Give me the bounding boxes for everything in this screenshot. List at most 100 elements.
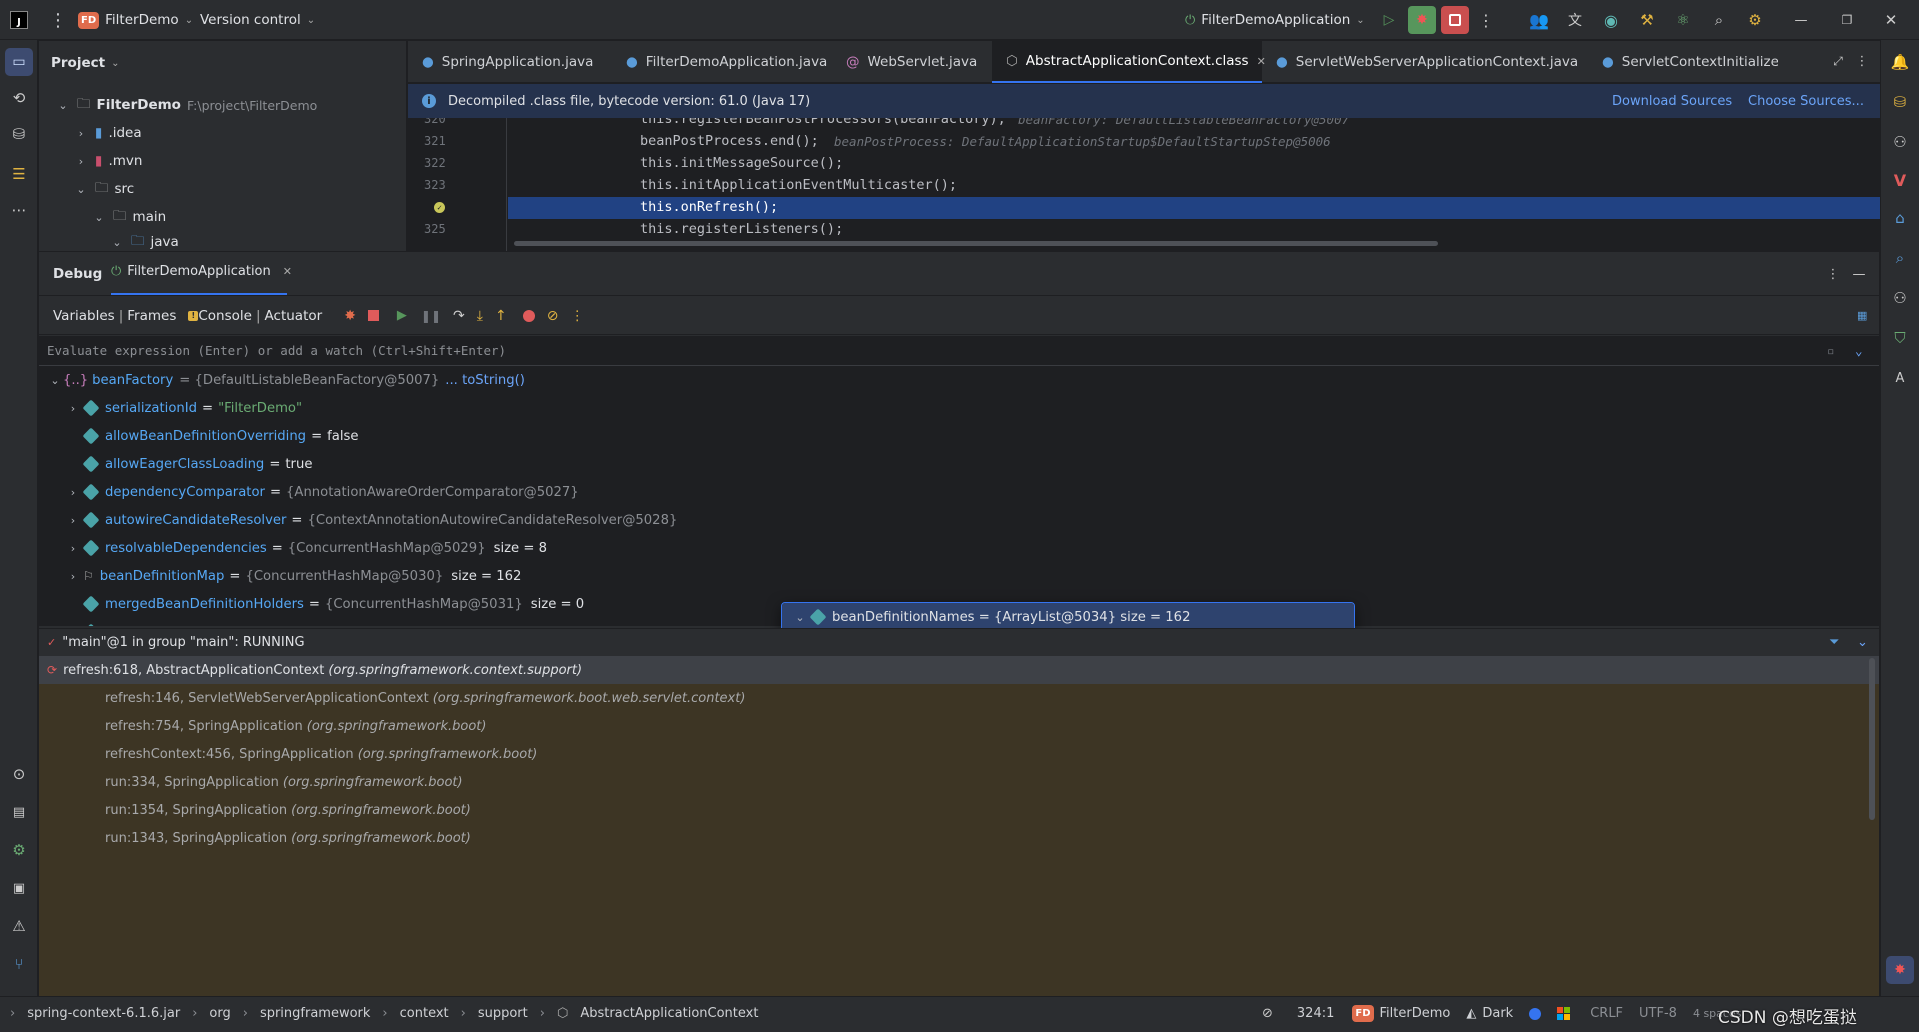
build-tool-icon[interactable]: ▤	[5, 798, 33, 826]
file-encoding[interactable]: UTF-8	[1639, 1006, 1677, 1021]
editor-tab-active[interactable]: ⬡ AbstractApplicationContext.class ✕	[992, 41, 1266, 83]
chevron-down-icon[interactable]: ⌄	[73, 183, 89, 196]
tree-node-src[interactable]: ⌄ 🗀 src	[39, 175, 407, 203]
line-separator[interactable]: CRLF	[1590, 1006, 1623, 1021]
horizontal-scrollbar[interactable]	[514, 241, 1438, 246]
structure-tool-icon[interactable]: ☰	[5, 160, 33, 188]
options-icon[interactable]: ⋮	[1823, 264, 1843, 284]
project-tool-icon[interactable]: ▭	[5, 48, 33, 76]
database-icon[interactable]: ⛁	[1886, 88, 1914, 116]
breadcrumb-item[interactable]: AbstractApplicationContext	[580, 1006, 758, 1021]
editor-tab[interactable]: ● ServletContextInitializerBea	[1588, 41, 1778, 83]
frame-row[interactable]: run:334, SpringApplication (org.springfra…	[39, 768, 1879, 796]
services-tool-icon[interactable]: ⊙	[5, 760, 33, 788]
maven-icon[interactable]: ⌂	[1886, 204, 1914, 232]
vue-icon[interactable]: V	[1886, 166, 1914, 194]
build-tools-icon[interactable]: ⚒	[1636, 9, 1658, 31]
windows-icon[interactable]	[1557, 1007, 1571, 1020]
run-icon[interactable]: ▷	[1378, 9, 1400, 31]
chevron-right-icon[interactable]: ›	[73, 127, 89, 140]
variable-root[interactable]: ⌄ {..} beanFactory = {DefaultListableBea…	[39, 366, 1879, 394]
theme-widget[interactable]: Dark	[1482, 1006, 1513, 1021]
breadcrumb-item[interactable]: support	[478, 1006, 528, 1021]
settings-tool-icon[interactable]: ⚙	[5, 836, 33, 864]
run-config-selector[interactable]: ⏻ FilterDemoApplication ⌄	[1185, 9, 1365, 31]
pause-icon[interactable]: ❚❚	[421, 309, 441, 323]
breakpoint-check-icon[interactable]: ✓	[434, 202, 445, 213]
chevron-down-icon[interactable]: ⌄	[1857, 635, 1868, 650]
watch-icon[interactable]: ▫	[1827, 343, 1835, 358]
editor-tab[interactable]: ● FilterDemoApplication.java	[612, 41, 832, 83]
variable-row[interactable]: allowBeanDefinitionOverriding = false	[39, 422, 1879, 450]
variable-row[interactable]: › autowireCandidateResolver = {ContextAnnot…	[39, 506, 1879, 534]
tree-node-main[interactable]: ⌄ 🗀 main	[39, 203, 407, 231]
restore-icon[interactable]: ❐	[1836, 9, 1858, 31]
tree-node-root[interactable]: ⌄ 🗀 FilterDemo F:\project\FilterDemo	[39, 91, 407, 119]
frame-row[interactable]: run:1354, SpringApplication (org.springfr…	[39, 796, 1879, 824]
project-panel-header[interactable]: Project ⌄	[51, 55, 119, 71]
chevron-right-icon[interactable]: ›	[65, 486, 81, 499]
more-tools-icon[interactable]: ⋯	[5, 196, 33, 224]
copilot-icon[interactable]: ⚇	[1886, 128, 1914, 156]
choose-sources-link[interactable]: Choose Sources...	[1748, 94, 1864, 109]
updates-icon[interactable]: ⚙	[1744, 9, 1766, 31]
breadcrumb-item[interactable]: context	[400, 1006, 449, 1021]
record-icon[interactable]: ◉	[1600, 9, 1622, 31]
filter-icon[interactable]: ⏷	[1829, 635, 1839, 650]
app-logo-icon[interactable]: J	[10, 11, 28, 29]
ai-assistant-icon[interactable]: ⚛	[1672, 9, 1694, 31]
frame-row[interactable]: run:1343, SpringApplication (org.springfr…	[39, 824, 1879, 852]
hide-icon[interactable]: —	[1849, 264, 1869, 284]
chevron-down-icon[interactable]: ⌄	[1855, 343, 1863, 358]
variable-row[interactable]: › resolvableDependencies = {ConcurrentHashM…	[39, 534, 1879, 562]
status-circle-icon[interactable]	[1529, 1007, 1542, 1020]
translate-icon[interactable]: 文	[1564, 9, 1586, 31]
commit-tool-icon[interactable]: ⟲	[5, 84, 33, 112]
terminal-tool-icon[interactable]: ▣	[5, 874, 33, 902]
frame-row[interactable]: refresh:146, ServletWebServerApplication…	[39, 684, 1879, 712]
variable-row[interactable]: › ⚐ beanDefinitionMap = {ConcurrentHashMap@5…	[39, 562, 1879, 590]
rerun-icon[interactable]: ✸	[344, 308, 356, 324]
stop-icon[interactable]	[1441, 6, 1469, 34]
search-icon[interactable]: ⌕	[1708, 9, 1730, 31]
tree-node-idea[interactable]: › ▮ .idea	[39, 119, 407, 147]
more-actions-icon[interactable]: ⋮	[1478, 8, 1494, 32]
chevron-right-icon[interactable]: ›	[65, 514, 81, 527]
main-menu-icon[interactable]: ⋮	[48, 8, 68, 32]
chevron-right-icon[interactable]: ›	[65, 570, 81, 583]
project-widget[interactable]: FilterDemo	[1380, 1006, 1451, 1021]
chevron-down-icon[interactable]: ⌄	[55, 99, 71, 112]
minimize-icon[interactable]: —	[1790, 9, 1812, 31]
breadcrumb-item[interactable]: springframework	[260, 1006, 370, 1021]
chevron-right-icon[interactable]: ›	[65, 542, 81, 555]
chevron-down-icon[interactable]: ⌄	[792, 611, 808, 624]
layout-icon[interactable]: ▦	[1857, 309, 1867, 322]
thread-selector[interactable]: ✓ "main"@1 in group "main": RUNNING ⏷ ⌄	[39, 628, 1879, 656]
breadcrumb-item[interactable]: spring-context-6.1.6.jar	[27, 1006, 180, 1021]
frames-scrollbar[interactable]	[1869, 658, 1875, 820]
close-icon[interactable]: ✕	[283, 265, 292, 278]
chevron-right-icon[interactable]: ›	[65, 402, 81, 415]
debug-icon[interactable]: ✸	[1408, 6, 1436, 34]
caret-position[interactable]: 324:1	[1297, 1006, 1334, 1021]
git-tool-icon[interactable]: ⑂	[5, 950, 33, 978]
search-icon[interactable]: ⌕	[1886, 244, 1914, 272]
problems-tool-icon[interactable]: ⚠	[5, 912, 33, 940]
chevron-down-icon[interactable]: ⌄	[47, 374, 63, 387]
tab-variables[interactable]: Variables	[53, 308, 115, 324]
maximize-icon[interactable]: ⤢	[1828, 51, 1848, 71]
to-string-link[interactable]: ... toString()	[445, 373, 525, 388]
tab-menu-icon[interactable]: ⋮	[1852, 51, 1872, 71]
close-icon[interactable]: ✕	[1880, 9, 1902, 31]
popup-header[interactable]: ⌄ beanDefinitionNames = {ArrayList@5034}…	[782, 603, 1354, 631]
debug-badge-icon[interactable]: ✸	[1886, 956, 1914, 984]
vcs-widget[interactable]: Version control ⌄	[200, 9, 315, 31]
step-out-icon[interactable]: ↑	[495, 308, 507, 324]
more-icon[interactable]: ⋮	[570, 308, 584, 324]
notifications-icon[interactable]: 🔔	[1886, 48, 1914, 76]
step-into-icon[interactable]: ⤓	[477, 308, 483, 324]
project-switcher[interactable]: FD FilterDemo ⌄	[78, 9, 193, 31]
assistant-icon[interactable]: ⚇	[1886, 284, 1914, 312]
variable-row[interactable]: › dependencyComparator = {AnnotationAwareOr…	[39, 478, 1879, 506]
tab-actuator[interactable]: Actuator	[265, 308, 323, 324]
